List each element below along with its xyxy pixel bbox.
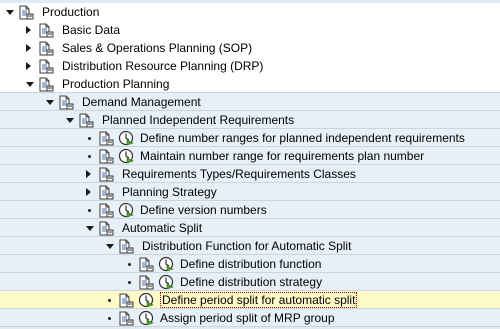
tree-node-label[interactable]: Production Planning: [62, 77, 169, 91]
collapse-triangle-icon[interactable]: [26, 82, 34, 87]
tree-node[interactable]: Define number ranges for planned indepen…: [0, 129, 500, 147]
tree-node-label[interactable]: Planned Independent Requirements: [102, 113, 294, 127]
config-document-icon[interactable]: [58, 95, 74, 110]
expand-triangle-icon[interactable]: [26, 62, 31, 70]
execute-clock-icon[interactable]: [118, 202, 134, 218]
config-document-icon[interactable]: [98, 167, 114, 182]
tree-node-label[interactable]: Planning Strategy: [122, 185, 217, 199]
collapse-triangle-icon[interactable]: [6, 10, 14, 15]
tree-node[interactable]: Production: [0, 3, 500, 21]
tree-node-label[interactable]: Define period split for automatic split: [160, 292, 358, 308]
tree-node-label[interactable]: Maintain number range for requirements p…: [140, 149, 424, 163]
leaf-bullet-icon: [128, 281, 131, 284]
config-document-icon[interactable]: [38, 59, 54, 74]
config-document-icon[interactable]: [98, 185, 114, 200]
expand-triangle-icon[interactable]: [26, 44, 31, 52]
leaf-bullet-icon: [128, 263, 131, 266]
execute-clock-icon[interactable]: [158, 256, 174, 272]
expand-triangle-icon[interactable]: [26, 26, 31, 34]
tree-node[interactable]: Define period split for automatic split: [0, 291, 500, 309]
execute-clock-icon[interactable]: [138, 292, 154, 308]
tree-node[interactable]: Requirements Types/Requirements Classes: [0, 165, 500, 183]
tree-node[interactable]: Sales & Operations Planning (SOP): [0, 39, 500, 57]
config-document-icon[interactable]: [98, 221, 114, 236]
tree-node[interactable]: Automatic Split: [0, 219, 500, 237]
img-tree: Production Basic Data Sales & Operations…: [0, 0, 500, 329]
tree-node-label[interactable]: Automatic Split: [122, 221, 202, 235]
config-document-icon[interactable]: [38, 23, 54, 38]
tree-node[interactable]: Define distribution strategy: [0, 273, 500, 291]
config-document-icon[interactable]: [38, 41, 54, 56]
tree-node-label[interactable]: Define version numbers: [140, 203, 267, 217]
config-document-icon[interactable]: [138, 275, 154, 290]
leaf-bullet-icon: [108, 317, 111, 320]
collapse-triangle-icon[interactable]: [66, 118, 74, 123]
tree-node-label[interactable]: Distribution Function for Automatic Spli…: [142, 239, 351, 253]
leaf-bullet-icon: [88, 209, 91, 212]
collapse-triangle-icon[interactable]: [106, 244, 114, 249]
tree-node-label[interactable]: Define number ranges for planned indepen…: [140, 131, 465, 145]
leaf-bullet-icon: [88, 155, 91, 158]
execute-clock-icon[interactable]: [118, 148, 134, 164]
execute-clock-icon[interactable]: [158, 274, 174, 290]
tree-node[interactable]: Define version numbers: [0, 201, 500, 219]
collapse-triangle-icon[interactable]: [86, 226, 94, 231]
config-document-icon[interactable]: [98, 131, 114, 146]
config-document-icon[interactable]: [118, 293, 134, 308]
tree-node[interactable]: Demand Management: [0, 93, 500, 111]
config-document-icon[interactable]: [138, 257, 154, 272]
tree-node-label[interactable]: Basic Data: [62, 23, 120, 37]
execute-clock-icon[interactable]: [118, 130, 134, 146]
tree-node[interactable]: Define distribution function: [0, 255, 500, 273]
config-document-icon[interactable]: [118, 311, 134, 326]
config-document-icon[interactable]: [78, 113, 94, 128]
config-document-icon[interactable]: [118, 239, 134, 254]
expand-triangle-icon[interactable]: [86, 188, 91, 196]
expand-triangle-icon[interactable]: [86, 170, 91, 178]
tree-node[interactable]: Distribution Resource Planning (DRP): [0, 57, 500, 75]
tree-node-label[interactable]: Demand Management: [82, 95, 201, 109]
tree-node[interactable]: Planning Strategy: [0, 183, 500, 201]
tree-node-label[interactable]: Define distribution function: [180, 257, 321, 271]
config-document-icon[interactable]: [98, 203, 114, 218]
leaf-bullet-icon: [88, 137, 91, 140]
tree-node-label[interactable]: Sales & Operations Planning (SOP): [62, 41, 252, 55]
config-document-icon[interactable]: [38, 77, 54, 92]
tree-node-label[interactable]: Distribution Resource Planning (DRP): [62, 59, 263, 73]
tree-node-label[interactable]: Define distribution strategy: [180, 275, 322, 289]
tree-node[interactable]: Basic Data: [0, 21, 500, 39]
tree-node-label[interactable]: Assign period split of MRP group: [160, 311, 335, 325]
tree-node[interactable]: Distribution Function for Automatic Spli…: [0, 237, 500, 255]
tree-node[interactable]: Production Planning: [0, 75, 500, 93]
collapse-triangle-icon[interactable]: [46, 100, 54, 105]
tree-node[interactable]: Planned Independent Requirements: [0, 111, 500, 129]
execute-clock-icon[interactable]: [138, 310, 154, 326]
leaf-bullet-icon: [108, 299, 111, 302]
config-document-icon[interactable]: [18, 5, 34, 20]
tree-node-label[interactable]: Requirements Types/Requirements Classes: [122, 167, 356, 181]
config-document-icon[interactable]: [98, 149, 114, 164]
row-divider: [0, 326, 500, 327]
tree-node[interactable]: Maintain number range for requirements p…: [0, 147, 500, 165]
tree-node[interactable]: Assign period split of MRP group: [0, 309, 500, 327]
tree-node-label[interactable]: Production: [42, 5, 99, 19]
